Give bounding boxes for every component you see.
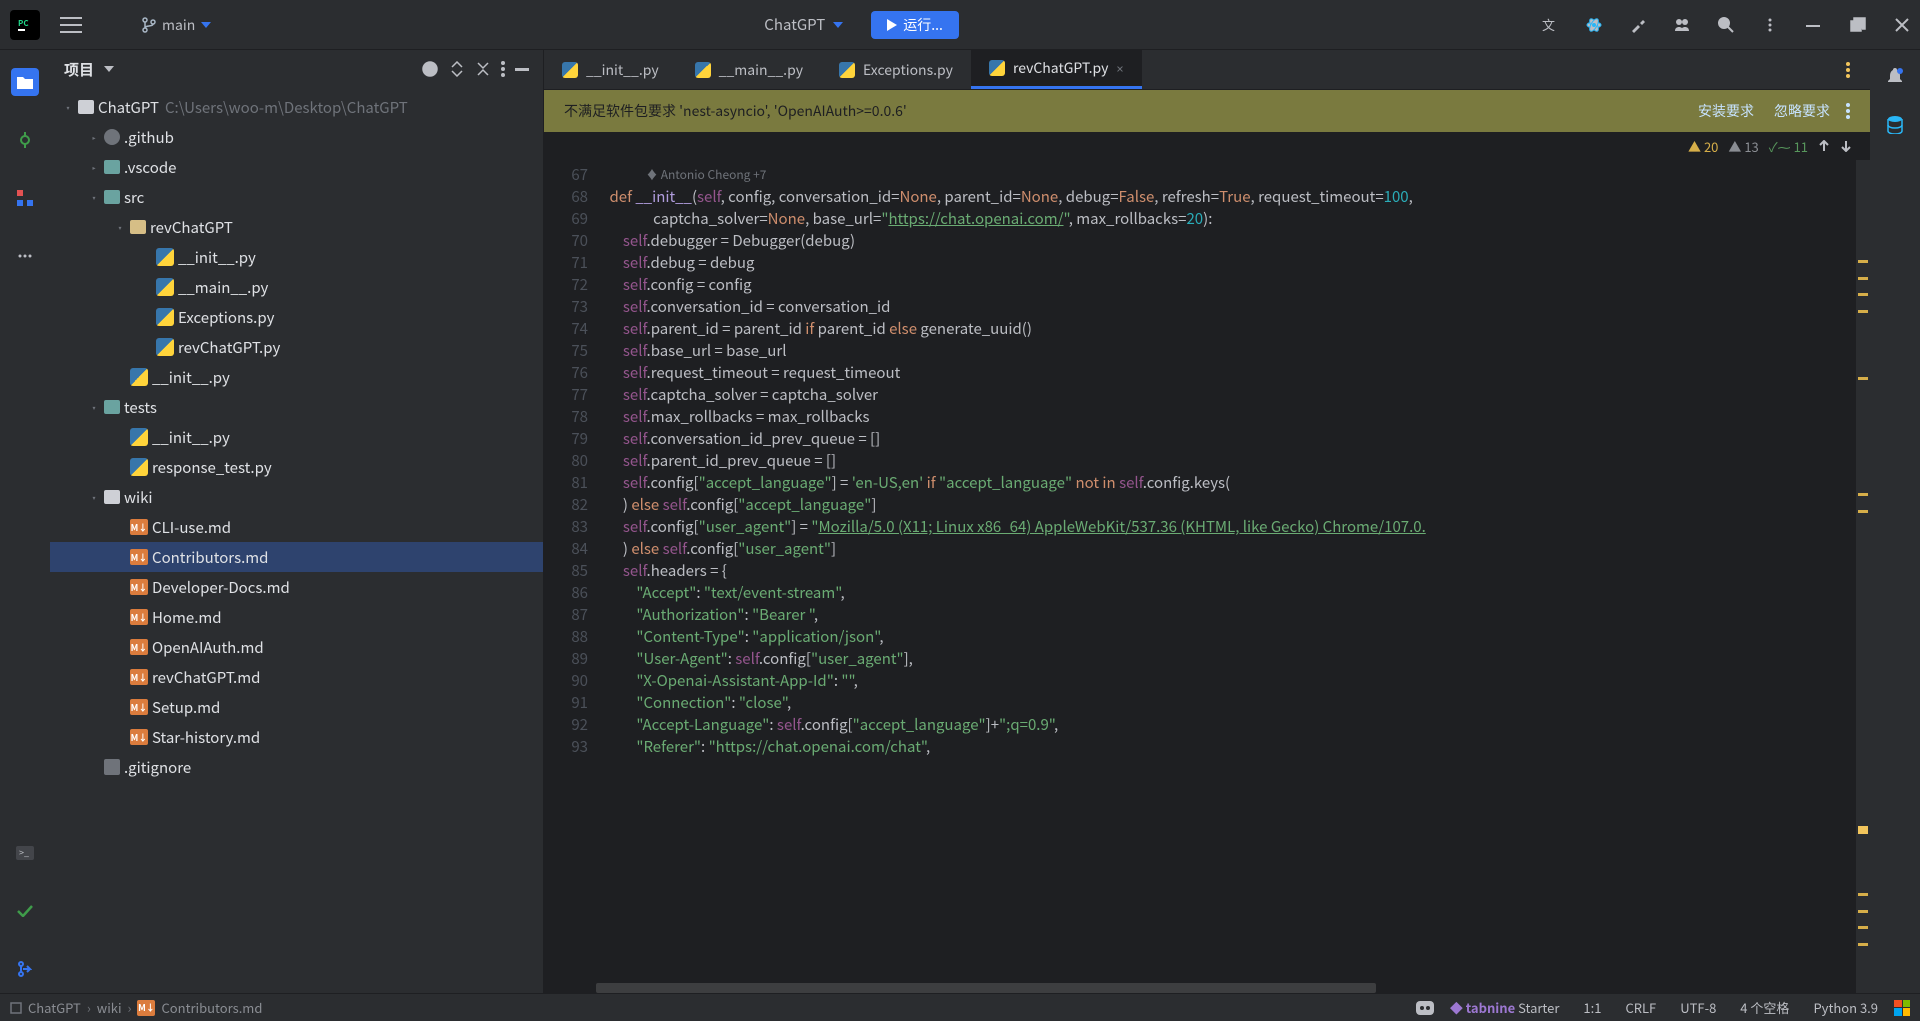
translate-icon[interactable]: 文 <box>1542 17 1558 33</box>
left-tool-stripe: >_ <box>0 50 50 993</box>
atom-icon[interactable] <box>1586 17 1602 33</box>
tree-item--gitignore[interactable]: .gitignore <box>50 752 543 782</box>
tree-item-openaiauth-md[interactable]: OpenAIAuth.md <box>50 632 543 662</box>
search-icon[interactable] <box>1718 17 1734 33</box>
hide-panel-icon[interactable] <box>515 68 529 71</box>
cursor-position[interactable]: 1:1 <box>1583 998 1601 1017</box>
code-with-me-icon[interactable] <box>1674 17 1690 33</box>
indent-setting[interactable]: 4 个空格 <box>1740 998 1789 1017</box>
tree-item-tests[interactable]: ▾tests <box>50 392 543 422</box>
run-button[interactable]: 运行... <box>871 11 959 39</box>
tree-item-exceptions-py[interactable]: Exceptions.py <box>50 302 543 332</box>
svg-text:PC: PC <box>18 18 29 29</box>
md-icon <box>137 1000 155 1016</box>
collapse-all-icon[interactable] <box>475 61 491 77</box>
run-config-name[interactable]: ChatGPT <box>764 14 825 35</box>
tree-item-__main__-py[interactable]: __main__.py <box>50 272 543 302</box>
more-icon[interactable] <box>1762 17 1778 33</box>
tree-item-setup-md[interactable]: Setup.md <box>50 692 543 722</box>
tabs-menu-icon[interactable] <box>1836 50 1860 89</box>
tree-item-__init__-py[interactable]: __init__.py <box>50 362 543 392</box>
tab-__init__-py[interactable]: __init__.py <box>544 50 677 89</box>
project-header: 项目 <box>50 50 543 88</box>
code-lines[interactable]: ♦ Antonio Cheong +7 def __init__(self, c… <box>596 160 1856 993</box>
target-icon[interactable] <box>421 60 439 78</box>
tree-item-revchatgpt-py[interactable]: revChatGPT.py <box>50 332 543 362</box>
tree-item--vscode[interactable]: ▸.vscode <box>50 152 543 182</box>
tree-item-__init__-py[interactable]: __init__.py <box>50 422 543 452</box>
tab-__main__-py[interactable]: __main__.py <box>677 50 821 89</box>
more-tools-icon[interactable] <box>11 242 39 270</box>
tree-more-icon[interactable] <box>501 61 505 77</box>
tree-root[interactable]: ▾ChatGPTC:\Users\woo-m\Desktop\ChatGPT <box>50 92 543 122</box>
copilot-icon[interactable] <box>1416 1001 1434 1015</box>
close-window-icon[interactable] <box>1894 17 1910 33</box>
tree-item-developer-docs-md[interactable]: Developer-Docs.md <box>50 572 543 602</box>
tree-item--github[interactable]: ▸.github <box>50 122 543 152</box>
expand-all-icon[interactable] <box>449 61 465 77</box>
minimize-icon[interactable] <box>1806 17 1822 33</box>
notifications-tool-button[interactable] <box>1887 68 1903 86</box>
vcs-tool-button[interactable] <box>11 955 39 983</box>
horizontal-scrollbar[interactable] <box>596 983 1376 993</box>
main-toolbar: PC main ChatGPT 运行... 文 <box>0 0 1920 50</box>
branch-name: main <box>162 15 195 35</box>
pycharm-logo: PC <box>10 10 40 40</box>
requirements-banner: 不满足软件包要求 'nest-asyncio', 'OpenAIAuth>=0.… <box>544 90 1870 132</box>
banner-menu-icon[interactable] <box>1846 103 1850 119</box>
svg-text:>_: >_ <box>19 846 29 859</box>
tree-item-__init__-py[interactable]: __init__.py <box>50 242 543 272</box>
close-tab-icon[interactable]: ✕ <box>1116 60 1123 77</box>
tree-item-star-history-md[interactable]: Star-history.md <box>50 722 543 752</box>
project-tree[interactable]: ▾ChatGPTC:\Users\woo-m\Desktop\ChatGPT▸.… <box>50 88 543 993</box>
python-interpreter[interactable]: Python 3.9 <box>1813 998 1878 1017</box>
git-branch[interactable]: main <box>142 15 211 35</box>
tree-item-wiki[interactable]: ▾wiki <box>50 482 543 512</box>
install-requirements-link[interactable]: 安装要求 <box>1698 101 1754 121</box>
tab-exceptions-py[interactable]: Exceptions.py <box>821 50 971 89</box>
file-encoding[interactable]: UTF-8 <box>1680 998 1716 1017</box>
tree-item-revchatgpt[interactable]: ▾revChatGPT <box>50 212 543 242</box>
tree-item-response_test-py[interactable]: response_test.py <box>50 452 543 482</box>
project-tool-button[interactable] <box>11 68 39 96</box>
terminal-tool-button[interactable]: >_ <box>11 839 39 867</box>
tree-item-contributors-md[interactable]: Contributors.md <box>50 542 543 572</box>
tree-item-home-md[interactable]: Home.md <box>50 602 543 632</box>
main-menu-icon[interactable] <box>60 16 82 34</box>
line-gutter: 6768697071727374757677787980818283848586… <box>544 160 596 993</box>
marker-bar[interactable] <box>1856 160 1870 993</box>
problems-tool-button[interactable] <box>11 897 39 925</box>
svg-text:文: 文 <box>1542 17 1555 33</box>
right-tool-stripe <box>1870 50 1920 993</box>
database-tool-button[interactable] <box>1887 116 1903 134</box>
editor-area: __init__.py__main__.pyExceptions.pyrevCh… <box>544 50 1870 993</box>
editor-tabs: __init__.py__main__.pyExceptions.pyrevCh… <box>544 50 1870 90</box>
tree-item-src[interactable]: ▾src <box>50 182 543 212</box>
tree-item-revchatgpt-md[interactable]: revChatGPT.md <box>50 662 543 692</box>
structure-tool-button[interactable] <box>11 184 39 212</box>
tabnine-status[interactable]: ◆ tabnine Starter <box>1450 998 1560 1017</box>
status-bar: ChatGPT› wiki› Contributors.md ◆ tabnine… <box>0 993 1920 1021</box>
windows-logo <box>1894 1000 1910 1016</box>
tree-item-cli-use-md[interactable]: CLI-use.md <box>50 512 543 542</box>
breadcrumb[interactable]: ChatGPT› wiki› Contributors.md <box>10 998 262 1017</box>
ignore-requirements-link[interactable]: 忽略要求 <box>1774 101 1830 121</box>
code-editor[interactable]: 6768697071727374757677787980818283848586… <box>544 160 1870 993</box>
project-tool-window: 项目 ▾ChatGPTC:\Users\woo-m\Desktop\ChatGP… <box>50 50 544 993</box>
commit-tool-button[interactable] <box>11 126 39 154</box>
restore-icon[interactable] <box>1850 17 1866 33</box>
line-separator[interactable]: CRLF <box>1625 998 1656 1017</box>
inspections-widget[interactable]: ▲ 20 ▲ 13 ✓⁓ 11 <box>544 132 1870 160</box>
tab-revchatgpt-py[interactable]: revChatGPT.py✕ <box>971 50 1142 89</box>
tools-icon[interactable] <box>1630 17 1646 33</box>
